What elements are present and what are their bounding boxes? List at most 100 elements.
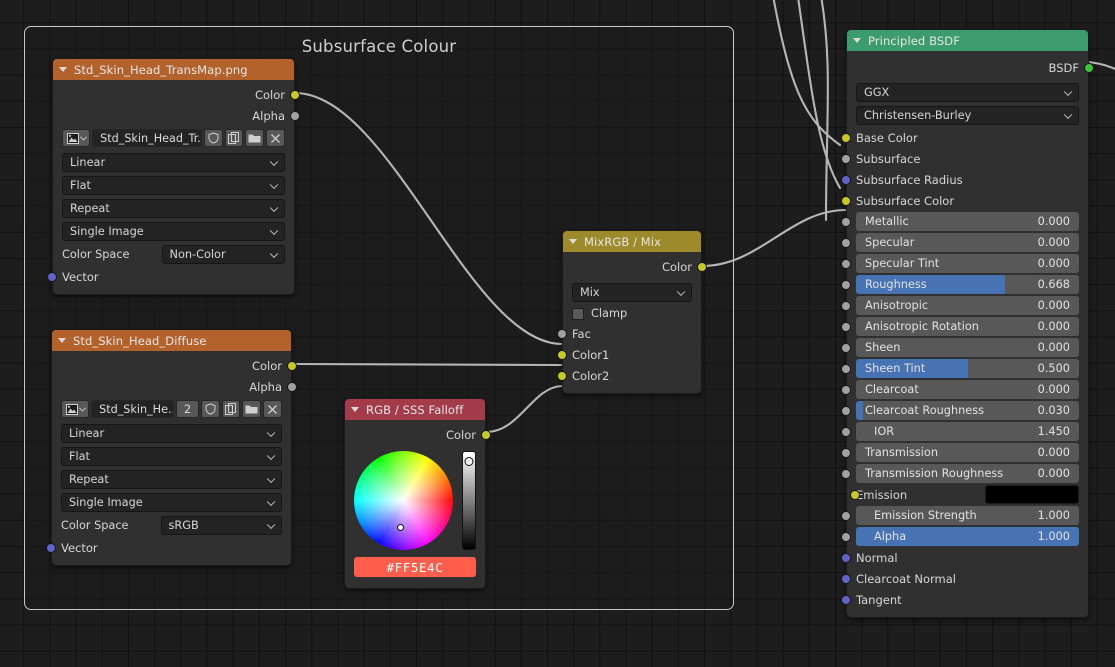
shield-icon[interactable]	[200, 400, 220, 418]
interpolation-dropdown[interactable]: Linear	[61, 424, 282, 443]
socket-vector-in[interactable]	[47, 271, 57, 282]
socket-emission-strength-in[interactable]	[841, 510, 851, 521]
node-header-rgb[interactable]: RGB / SSS Falloff	[345, 399, 485, 420]
folder-icon[interactable]	[245, 129, 265, 147]
socket-bsdf-out[interactable]	[1084, 62, 1094, 73]
interpolation-dropdown[interactable]: Linear	[62, 153, 285, 172]
chevron-down-icon[interactable]	[79, 133, 87, 141]
blend-mode-dropdown[interactable]: Mix	[572, 283, 692, 302]
socket-color-out[interactable]	[290, 89, 300, 100]
color-space-dropdown[interactable]: Non-Color	[161, 245, 285, 264]
socket-emission-in[interactable]	[850, 489, 860, 500]
clamp-checkbox[interactable]	[572, 307, 584, 320]
socket-subsurface-in[interactable]	[841, 153, 851, 164]
color-picker[interactable]: #FF5E4C	[345, 445, 485, 584]
slider-sheen-tint[interactable]: Sheen Tint 0.500	[856, 359, 1079, 378]
socket-normal-in[interactable]	[841, 552, 851, 563]
socket-clearcoat-normal-in[interactable]	[841, 573, 851, 584]
slider-clearcoat[interactable]: Clearcoat 0.000	[856, 380, 1079, 399]
input-socket-row-color2[interactable]: Color2	[557, 365, 701, 386]
image-datablock-icon[interactable]	[61, 400, 90, 418]
copy-icon[interactable]	[224, 129, 244, 147]
color-wheel-wrap[interactable]	[354, 451, 453, 550]
socket-ior-in[interactable]	[841, 426, 851, 437]
socket-tangent-in[interactable]	[841, 594, 851, 605]
collapse-triangle-icon[interactable]	[569, 239, 577, 244]
value-row-emission-strength[interactable]: Emission Strength 1.000	[841, 505, 1088, 526]
socket-metallic-in[interactable]	[841, 216, 851, 227]
value-row-sheen[interactable]: Sheen 0.000	[841, 337, 1088, 358]
value-row-specular[interactable]: Specular 0.000	[841, 232, 1088, 253]
output-socket-row-color[interactable]: Color	[563, 256, 707, 277]
socket-clearcoat-in[interactable]	[841, 384, 851, 395]
socket-vector-in[interactable]	[46, 542, 56, 553]
input-socket-row-vector[interactable]: Vector	[46, 537, 291, 558]
socket-sheen-tint-in[interactable]	[841, 363, 851, 374]
value-row-anisotropic[interactable]: Anisotropic 0.000	[841, 295, 1088, 316]
projection-dropdown[interactable]: Flat	[61, 447, 282, 466]
node-mixrgb[interactable]: MixRGB / Mix Color Mix Clamp Fac Color1 …	[557, 230, 707, 394]
socket-alpha-out[interactable]	[290, 110, 300, 121]
x-icon[interactable]	[263, 400, 283, 418]
socket-color-out[interactable]	[697, 261, 707, 272]
input-socket-row-subsurface-color[interactable]: Subsurface Color	[841, 190, 1088, 211]
distribution-dropdown[interactable]: GGX	[856, 83, 1079, 102]
socket-color-out[interactable]	[481, 429, 491, 440]
socket-roughness-in[interactable]	[841, 279, 851, 290]
copy-icon[interactable]	[221, 400, 241, 418]
socket-clearcoat-roughness-in[interactable]	[841, 405, 851, 416]
socket-anisotropic-in[interactable]	[841, 300, 851, 311]
slider-specular-tint[interactable]: Specular Tint 0.000	[856, 254, 1079, 273]
value-slider[interactable]	[462, 451, 476, 550]
clamp-checkbox-row[interactable]: Clamp	[563, 304, 701, 323]
hex-color-field[interactable]: #FF5E4C	[354, 557, 476, 577]
source-dropdown[interactable]: Single Image	[62, 222, 285, 241]
socket-specular-tint-in[interactable]	[841, 258, 851, 269]
socket-transmission-roughness-in[interactable]	[841, 468, 851, 479]
input-socket-row-tangent[interactable]: Tangent	[841, 589, 1088, 610]
slider-alpha[interactable]: Alpha 1.000	[856, 527, 1079, 546]
socket-base-color-in[interactable]	[841, 132, 851, 143]
image-datablock-row[interactable]: Std_Skin_Head_Tr...	[53, 126, 294, 151]
node-principled-bsdf[interactable]: Principled BSDF BSDF GGX Christensen-Bur…	[841, 29, 1094, 618]
output-socket-row-alpha[interactable]: Alpha	[53, 105, 300, 126]
slider-anisotropic[interactable]: Anisotropic 0.000	[856, 296, 1079, 315]
value-row-roughness[interactable]: Roughness 0.668	[841, 274, 1088, 295]
value-row-clearcoat[interactable]: Clearcoat 0.000	[841, 379, 1088, 400]
node-header-principled[interactable]: Principled BSDF	[847, 30, 1088, 51]
socket-transmission-in[interactable]	[841, 447, 851, 458]
output-socket-row-color[interactable]: Color	[53, 84, 300, 105]
socket-alpha-out[interactable]	[287, 381, 297, 392]
input-socket-row-subsurface-radius[interactable]: Subsurface Radius	[841, 169, 1088, 190]
output-socket-row-bsdf[interactable]: BSDF	[847, 57, 1094, 78]
socket-subsurface-color-in[interactable]	[841, 195, 851, 206]
value-slider-knob[interactable]	[464, 457, 474, 466]
output-socket-row-color[interactable]: Color	[52, 355, 297, 376]
output-socket-row-alpha[interactable]: Alpha	[52, 376, 297, 397]
slider-transmission-roughness[interactable]: Transmission Roughness 0.000	[856, 464, 1079, 483]
slider-metallic[interactable]: Metallic 0.000	[856, 212, 1079, 231]
x-icon[interactable]	[266, 129, 285, 147]
emission-color-swatch[interactable]	[985, 485, 1079, 504]
value-row-clearcoat-roughness[interactable]: Clearcoat Roughness 0.030	[841, 400, 1088, 421]
node-header-transmap[interactable]: Std_Skin_Head_TransMap.png	[53, 59, 294, 80]
socket-specular-in[interactable]	[841, 237, 851, 248]
input-socket-row-vector[interactable]: Vector	[47, 266, 294, 287]
slider-roughness[interactable]: Roughness 0.668	[856, 275, 1079, 294]
projection-dropdown[interactable]: Flat	[62, 176, 285, 195]
collapse-triangle-icon[interactable]	[853, 38, 861, 43]
image-name-field[interactable]: Std_Skin_He...	[91, 400, 175, 418]
value-row-transmission-roughness[interactable]: Transmission Roughness 0.000	[841, 463, 1088, 484]
node-rgb-sss-falloff[interactable]: RGB / SSS Falloff Color #FF5E4C	[344, 398, 491, 589]
socket-subsurface-radius-in[interactable]	[841, 174, 851, 185]
image-users-count[interactable]: 2	[176, 400, 199, 418]
node-image-texture-transmap[interactable]: Std_Skin_Head_TransMap.png Color Alpha S…	[47, 58, 300, 295]
image-name-field[interactable]: Std_Skin_Head_Tr...	[92, 129, 202, 147]
socket-fac-in[interactable]	[557, 328, 567, 339]
socket-color1-in[interactable]	[557, 349, 567, 360]
value-row-sheen-tint[interactable]: Sheen Tint 0.500	[841, 358, 1088, 379]
slider-sheen[interactable]: Sheen 0.000	[856, 338, 1079, 357]
extension-dropdown[interactable]: Repeat	[61, 470, 282, 489]
input-socket-row-base-color[interactable]: Base Color	[841, 127, 1088, 148]
collapse-triangle-icon[interactable]	[351, 407, 359, 412]
